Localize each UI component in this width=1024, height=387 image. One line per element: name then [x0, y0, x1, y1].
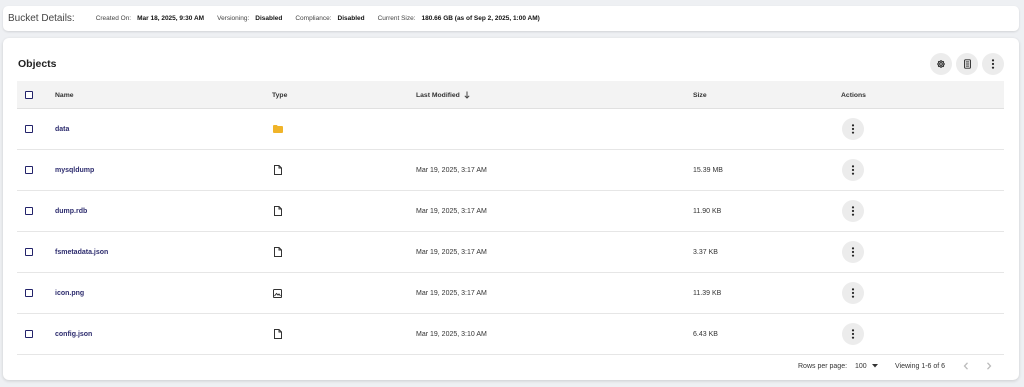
file-icon — [274, 247, 282, 257]
object-name-link[interactable]: fsmetadata.json — [55, 232, 108, 272]
column-name[interactable]: Name — [55, 81, 74, 109]
rows-per-page-select[interactable]: 100 — [855, 357, 878, 375]
table-row[interactable]: icon.png Mar 19, 2025, 3:17 AM 11.39 KB — [17, 273, 1004, 314]
select-all-cell — [25, 81, 33, 109]
more-vert-icon — [991, 59, 995, 69]
bucket-details-bar: Bucket Details: Created On: Mar 18, 2025,… — [3, 6, 1019, 31]
table-row[interactable]: fsmetadata.json Mar 19, 2025, 3:17 AM 3.… — [17, 232, 1004, 273]
column-actions: Actions — [841, 91, 866, 99]
last-modified-value: Mar 19, 2025, 3:17 AM — [416, 289, 487, 297]
last-modified-value: Mar 19, 2025, 3:17 AM — [416, 207, 487, 215]
objects-toolbar — [930, 53, 1004, 75]
file-icon — [274, 329, 282, 339]
row-actions-button[interactable] — [842, 159, 864, 181]
more-vert-icon — [851, 247, 855, 257]
row-actions-button[interactable] — [842, 282, 864, 304]
column-type[interactable]: Type — [272, 81, 287, 109]
row-checkbox[interactable] — [25, 125, 33, 133]
last-modified-value: Mar 19, 2025, 3:17 AM — [416, 248, 487, 256]
calculator-icon — [963, 59, 971, 69]
caret-down-icon — [871, 364, 878, 368]
size-value: 11.90 KB — [693, 207, 722, 215]
more-vert-icon — [851, 288, 855, 298]
object-name-link[interactable]: mysqldump — [55, 150, 94, 190]
objects-card: Objects Name Type Last Modified Size Act… — [3, 38, 1019, 380]
more-vert-icon — [851, 206, 855, 216]
calculator-button[interactable] — [956, 53, 978, 75]
chevron-right-icon — [987, 362, 992, 370]
created-on: Created On: Mar 18, 2025, 9:30 AM — [95, 15, 205, 22]
row-actions-button[interactable] — [842, 200, 864, 222]
row-checkbox[interactable] — [25, 166, 33, 174]
row-checkbox[interactable] — [25, 330, 33, 338]
row-checkbox[interactable] — [25, 289, 33, 297]
chevron-left-icon — [963, 362, 968, 370]
table-row[interactable]: config.json Mar 19, 2025, 3:10 AM 6.43 K… — [17, 314, 1004, 355]
table-row[interactable]: data — [17, 109, 1004, 150]
versioning: Versioning: Disabled — [217, 15, 283, 22]
more-vert-icon — [851, 329, 855, 339]
row-actions-button[interactable] — [842, 323, 864, 345]
size-value: 6.43 KB — [693, 330, 718, 338]
file-icon — [274, 165, 282, 175]
compliance: Compliance: Disabled — [295, 15, 365, 22]
file-icon — [274, 206, 282, 216]
current-size: Current Size: 180.66 GB (as of Sep 2, 202… — [377, 15, 540, 22]
rows-per-page-value: 100 — [855, 362, 867, 370]
row-actions-button[interactable] — [842, 241, 864, 263]
table-header: Name Type Last Modified Size Actions — [17, 81, 1004, 109]
row-checkbox[interactable] — [25, 248, 33, 256]
column-last-modified-label: Last Modified — [416, 91, 460, 99]
folder-icon — [273, 125, 283, 133]
pagination-range: Viewing 1-6 of 6 — [895, 362, 946, 370]
select-all-checkbox[interactable] — [25, 91, 33, 99]
column-size[interactable]: Size — [693, 81, 707, 109]
size-value: 15.39 MB — [693, 166, 723, 174]
next-page-button[interactable] — [986, 357, 992, 375]
objects-title: Objects — [18, 58, 57, 70]
last-modified-value: Mar 19, 2025, 3:17 AM — [416, 166, 487, 174]
table-row[interactable]: mysqldump Mar 19, 2025, 3:17 AM 15.39 MB — [17, 150, 1004, 191]
object-name-link[interactable]: icon.png — [55, 273, 84, 313]
rows-per-page-label: Rows per page: — [798, 362, 848, 370]
more-vert-icon — [851, 165, 855, 175]
object-name-link[interactable]: config.json — [55, 314, 92, 354]
more-options-button[interactable] — [982, 53, 1004, 75]
size-value: 11.39 KB — [693, 289, 722, 297]
object-name-link[interactable]: data — [55, 109, 69, 149]
bucket-details-title: Bucket Details: — [8, 13, 75, 24]
row-actions-button[interactable] — [842, 118, 864, 140]
previous-page-button[interactable] — [963, 357, 969, 375]
image-icon — [273, 288, 282, 298]
row-checkbox[interactable] — [25, 207, 33, 215]
settings-button[interactable] — [930, 53, 952, 75]
arrow-down-icon — [464, 91, 470, 99]
column-last-modified[interactable]: Last Modified — [416, 81, 470, 109]
table-row[interactable]: dump.rdb Mar 19, 2025, 3:17 AM 11.90 KB — [17, 191, 1004, 232]
size-value: 3.37 KB — [693, 248, 718, 256]
more-vert-icon — [851, 124, 855, 134]
last-modified-value: Mar 19, 2025, 3:10 AM — [416, 330, 487, 338]
object-name-link[interactable]: dump.rdb — [55, 191, 87, 231]
gear-icon — [937, 60, 945, 68]
